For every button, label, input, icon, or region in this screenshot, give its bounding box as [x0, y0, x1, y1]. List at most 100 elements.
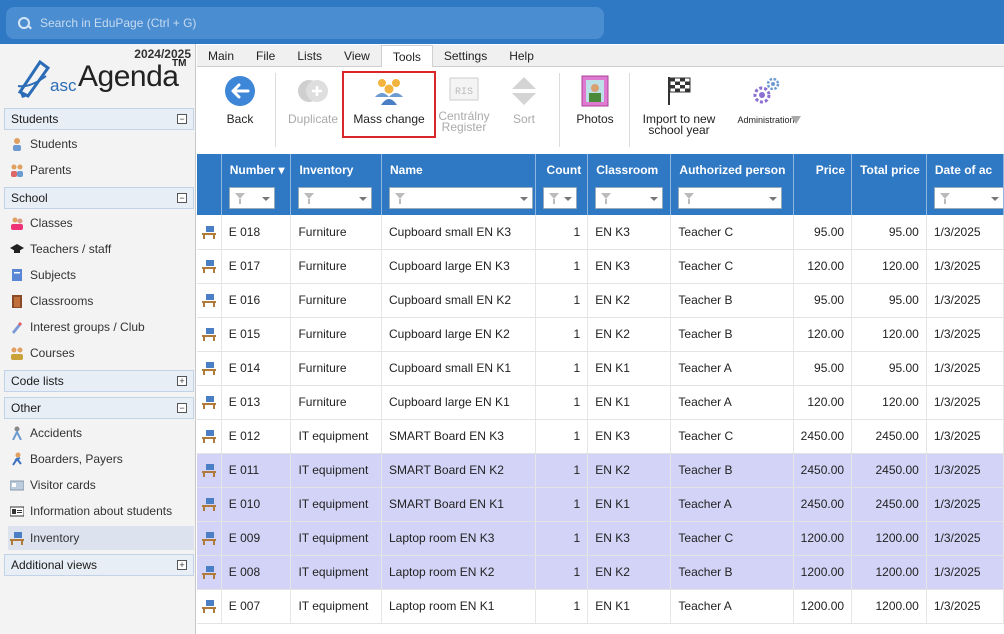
sidebar-item-classrooms[interactable]: Classrooms: [8, 289, 194, 313]
chevron-down-icon: [520, 197, 528, 201]
column-date-label: Date of ac: [934, 163, 993, 177]
column-number[interactable]: Number ▾: [221, 154, 292, 215]
table-row[interactable]: E 007 IT equipment Laptop room EN K1 1 EN K1…: [197, 589, 1004, 624]
sort-button[interactable]: Sort: [503, 75, 545, 125]
column-count[interactable]: Count: [535, 154, 589, 215]
tab-tools[interactable]: Tools: [380, 45, 433, 68]
expand-icon[interactable]: +: [177, 560, 187, 570]
column-total-price-label: Total price: [860, 163, 920, 177]
section-additional-views[interactable]: Additional views +: [4, 554, 194, 576]
table-cell: Furniture: [290, 351, 382, 386]
section-students[interactable]: Students −: [4, 108, 194, 130]
table-row[interactable]: E 015 Furniture Cupboard large EN K2 1 EN K2…: [197, 317, 1004, 352]
sidebar-item-subjects[interactable]: Subjects: [8, 263, 194, 287]
chevron-down-icon: [359, 197, 368, 201]
authorized-person-filter[interactable]: [678, 187, 783, 209]
column-authorized-person[interactable]: Authorized person: [670, 154, 794, 215]
sidebar-item-teachers[interactable]: Teachers / staff: [8, 237, 194, 261]
table-row[interactable]: E 013 Furniture Cupboard large EN K1 1 EN K1…: [197, 385, 1004, 420]
sidebar-item-label: Classes: [30, 216, 73, 230]
section-code-lists[interactable]: Code lists +: [4, 370, 194, 392]
sidebar-item-visitor-cards[interactable]: Visitor cards: [8, 473, 194, 497]
table-cell: Laptop room EN K2: [381, 555, 536, 590]
table-cell: 2450.00: [793, 419, 853, 454]
date-filter[interactable]: [933, 187, 1003, 209]
table-row[interactable]: E 017 Furniture Cupboard large EN K3 1 EN K3…: [197, 249, 1004, 284]
chevron-down-icon: [563, 197, 572, 201]
table-cell: E 008: [221, 555, 292, 590]
inventory-filter[interactable]: [298, 187, 373, 209]
import-new-year-button[interactable]: Import to new school year: [639, 75, 719, 136]
table-row[interactable]: E 014 Furniture Cupboard small EN K1 1 EN K1…: [197, 351, 1004, 386]
table-cell: Cupboard large EN K3: [381, 249, 536, 284]
tab-help[interactable]: Help: [498, 45, 545, 66]
sidebar-item-boarders[interactable]: Boarders, Payers: [8, 447, 194, 471]
table-row[interactable]: E 009 IT equipment Laptop room EN K3 1 EN K3…: [197, 521, 1004, 556]
expand-icon[interactable]: +: [177, 376, 187, 386]
central-register-button[interactable]: RIS Centrálny Register: [435, 75, 493, 133]
column-name[interactable]: Name: [381, 154, 536, 215]
table-cell: Cupboard large EN K1: [381, 385, 536, 420]
table-cell: Cupboard small EN K2: [381, 283, 536, 318]
table-cell: IT equipment: [290, 521, 382, 556]
column-price[interactable]: Price: [793, 154, 853, 215]
sidebar-item-inventory[interactable]: Inventory: [8, 526, 194, 550]
photos-button[interactable]: Photos: [571, 75, 619, 125]
filter-icon: [548, 193, 559, 204]
table-row[interactable]: E 008 IT equipment Laptop room EN K2 1 EN K2…: [197, 555, 1004, 590]
sidebar-item-label: Subjects: [30, 268, 77, 282]
collapse-icon[interactable]: −: [177, 193, 187, 203]
name-filter[interactable]: [389, 187, 533, 209]
tab-settings[interactable]: Settings: [433, 45, 498, 66]
photo-frame-icon: [581, 75, 609, 107]
section-school[interactable]: School −: [4, 187, 194, 209]
student-icon: [10, 137, 24, 151]
count-filter[interactable]: [542, 187, 577, 209]
column-date-of-acquisition[interactable]: Date of ac: [926, 154, 1004, 215]
row-icon-cell: [197, 249, 222, 284]
table-row[interactable]: E 011 IT equipment SMART Board EN K2 1 EN K2…: [197, 453, 1004, 488]
sidebar-item-information-students[interactable]: Information about students: [8, 499, 194, 523]
classroom-filter[interactable]: [595, 187, 664, 209]
table-cell: 1: [535, 215, 589, 250]
table-row[interactable]: E 016 Furniture Cupboard small EN K2 1 EN K2…: [197, 283, 1004, 318]
collapse-icon[interactable]: −: [177, 114, 187, 124]
back-button[interactable]: Back: [215, 75, 265, 125]
table-row[interactable]: E 012 IT equipment SMART Board EN K3 1 EN K3…: [197, 419, 1004, 454]
section-other[interactable]: Other −: [4, 397, 194, 419]
section-label: Code lists: [11, 374, 64, 388]
collapse-icon[interactable]: −: [177, 403, 187, 413]
sidebar-item-courses[interactable]: Courses: [8, 341, 194, 365]
sidebar-item-parents[interactable]: Parents: [8, 158, 194, 182]
table-cell: 1/3/2025: [926, 249, 1004, 284]
tab-file[interactable]: File: [245, 45, 286, 66]
sidebar-item-accidents[interactable]: Accidents: [8, 421, 194, 445]
search-input[interactable]: Search in EduPage (Ctrl + G): [6, 7, 604, 39]
sidebar-item-classes[interactable]: Classes: [8, 211, 194, 235]
chevron-down-icon: [990, 197, 999, 201]
duplicate-button[interactable]: Duplicate: [285, 75, 341, 125]
sidebar-item-interest-groups[interactable]: Interest groups / Club: [8, 315, 194, 339]
accident-icon: [10, 426, 24, 441]
number-filter[interactable]: [228, 187, 275, 209]
table-row[interactable]: E 010 IT equipment SMART Board EN K1 1 EN K1…: [197, 487, 1004, 522]
desk-icon: [201, 532, 216, 546]
table-cell: 2450.00: [851, 419, 927, 454]
column-inventory[interactable]: Inventory: [290, 154, 382, 215]
central-register-label-2: Register: [441, 120, 487, 134]
table-cell: SMART Board EN K3: [381, 419, 536, 454]
column-classroom[interactable]: Classroom: [587, 154, 672, 215]
column-total-price[interactable]: Total price: [851, 154, 927, 215]
sidebar-item-students[interactable]: Students: [8, 132, 194, 156]
sidebar-item-label: Students: [30, 137, 78, 151]
column-count-label: Count: [546, 163, 582, 177]
table-row[interactable]: E 018 Furniture Cupboard small EN K3 1 EN K3…: [197, 215, 1004, 250]
tab-view[interactable]: View: [333, 45, 381, 66]
filter-icon: [395, 193, 405, 204]
table-cell: Teacher A: [670, 487, 794, 522]
administration-dropdown-icon[interactable]: [791, 116, 801, 124]
table-cell: 1/3/2025: [926, 521, 1004, 556]
tab-main[interactable]: Main: [197, 45, 245, 66]
table-cell: EN K2: [587, 453, 672, 488]
tab-lists[interactable]: Lists: [286, 45, 333, 66]
